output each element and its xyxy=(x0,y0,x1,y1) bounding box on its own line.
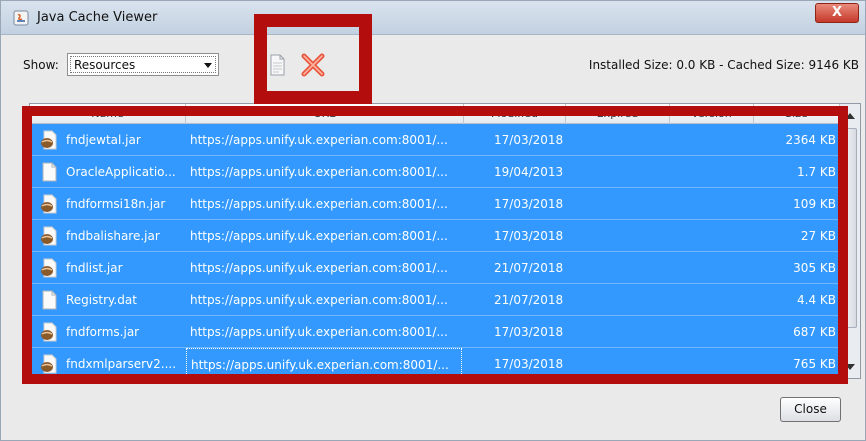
annotation-box-table xyxy=(22,106,848,384)
window-close-button[interactable]: X xyxy=(815,3,859,23)
java-icon xyxy=(13,10,29,26)
toolbar: Show: Resources Installed Size: 0.0 KB -… xyxy=(1,35,865,91)
chevron-down-icon xyxy=(204,63,212,68)
installed-cached-size: Installed Size: 0.0 KB - Cached Size: 91… xyxy=(588,58,859,72)
show-dropdown-value: Resources xyxy=(70,56,216,73)
title-bar: Java Cache Viewer X xyxy=(1,1,865,35)
show-dropdown[interactable]: Resources xyxy=(67,53,219,76)
show-label: Show: xyxy=(23,58,59,72)
window-title: Java Cache Viewer xyxy=(37,10,158,25)
java-cache-viewer-screenshot: Java Cache Viewer X Show: Resources Inst… xyxy=(0,0,866,441)
close-button[interactable]: Close xyxy=(780,397,841,422)
annotation-box-toolbar xyxy=(254,14,372,104)
